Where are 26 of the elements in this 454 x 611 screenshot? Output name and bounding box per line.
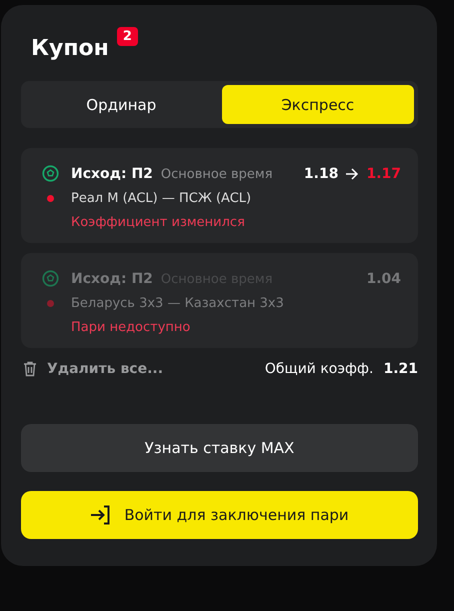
odds-value: 1.04 bbox=[366, 270, 401, 286]
bet-status: Пари недоступно bbox=[71, 320, 192, 335]
outcome-label: Исход: П2 bbox=[71, 270, 153, 286]
new-odds-value: 1.17 bbox=[366, 166, 401, 182]
match-name: Реал М (ACL) — ПСЖ (ACL) bbox=[71, 191, 252, 206]
bet-status: Коэффициент изменился bbox=[71, 215, 246, 230]
total-odds-label: Общий коэфф. bbox=[264, 361, 374, 377]
odds-value: 1.18 bbox=[304, 166, 338, 182]
total-odds-value: 1.21 bbox=[383, 361, 418, 377]
soccer-ball-icon bbox=[42, 270, 59, 287]
live-dot bbox=[47, 195, 54, 202]
login-icon bbox=[90, 505, 112, 525]
outcome-label: Исход: П2 bbox=[71, 166, 153, 182]
arrow-right-icon bbox=[345, 168, 360, 180]
bet-type-tab[interactable]: Экспресс bbox=[222, 85, 414, 124]
bet-type-tab[interactable]: Ординар bbox=[25, 85, 218, 124]
soccer-ball-icon bbox=[42, 165, 59, 182]
live-dot bbox=[47, 300, 54, 307]
period-label: Основное время bbox=[160, 166, 273, 182]
count-badge: 2 bbox=[116, 27, 138, 46]
login-button[interactable]: Войти для заключения пари bbox=[21, 491, 418, 539]
delete-all-button[interactable]: Удалить все... bbox=[23, 361, 164, 377]
coupon-title: Купон bbox=[31, 36, 109, 61]
max-stake-button[interactable]: Узнать ставку MAX bbox=[21, 424, 418, 472]
match-name: Беларусь 3x3 — Казахстан 3x3 bbox=[71, 296, 285, 311]
trash-icon bbox=[23, 361, 37, 377]
